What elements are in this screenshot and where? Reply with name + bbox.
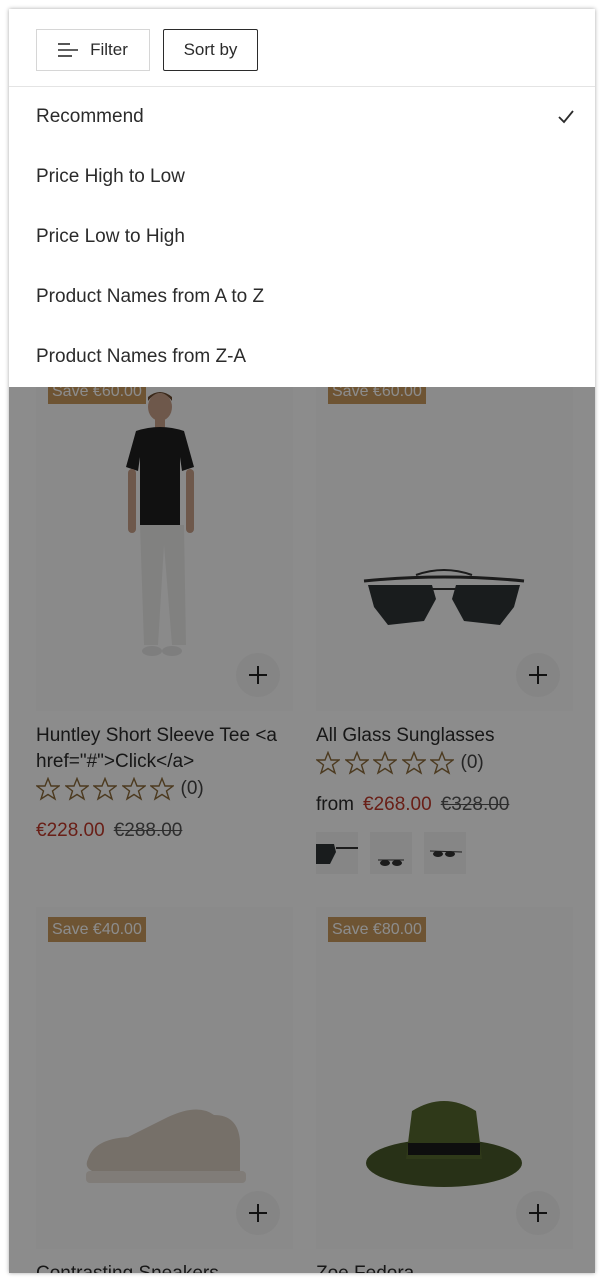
sort-by-button[interactable]: Sort by — [163, 29, 258, 71]
sort-option-label: Product Names from A to Z — [36, 286, 265, 307]
sort-option-label: Product Names from Z-A — [36, 346, 247, 367]
sort-option-label: Price Low to High — [36, 226, 185, 247]
sort-button-label: Sort by — [183, 40, 238, 59]
app-frame: Filter Sort by Save €60.00 — [9, 9, 595, 1273]
sort-option-price-high-low[interactable]: Price High to Low — [36, 147, 576, 207]
sort-option-label: Price High to Low — [36, 166, 185, 187]
sort-menu: Recommend Price High to Low Price Low to… — [9, 87, 595, 387]
sort-option-price-low-high[interactable]: Price Low to High — [36, 207, 576, 267]
toolbar-active: Filter Sort by — [9, 9, 595, 87]
filter-lines-icon — [58, 43, 79, 57]
sort-option-name-a-z[interactable]: Product Names from A to Z — [36, 267, 576, 327]
checkmark-icon — [558, 110, 574, 124]
sort-option-name-z-a[interactable]: Product Names from Z-A — [36, 327, 576, 387]
sort-option-recommend[interactable]: Recommend — [36, 87, 576, 147]
filter-button-label: Filter — [90, 40, 128, 59]
filter-button[interactable]: Filter — [36, 29, 150, 71]
sort-option-label: Recommend — [36, 106, 144, 127]
